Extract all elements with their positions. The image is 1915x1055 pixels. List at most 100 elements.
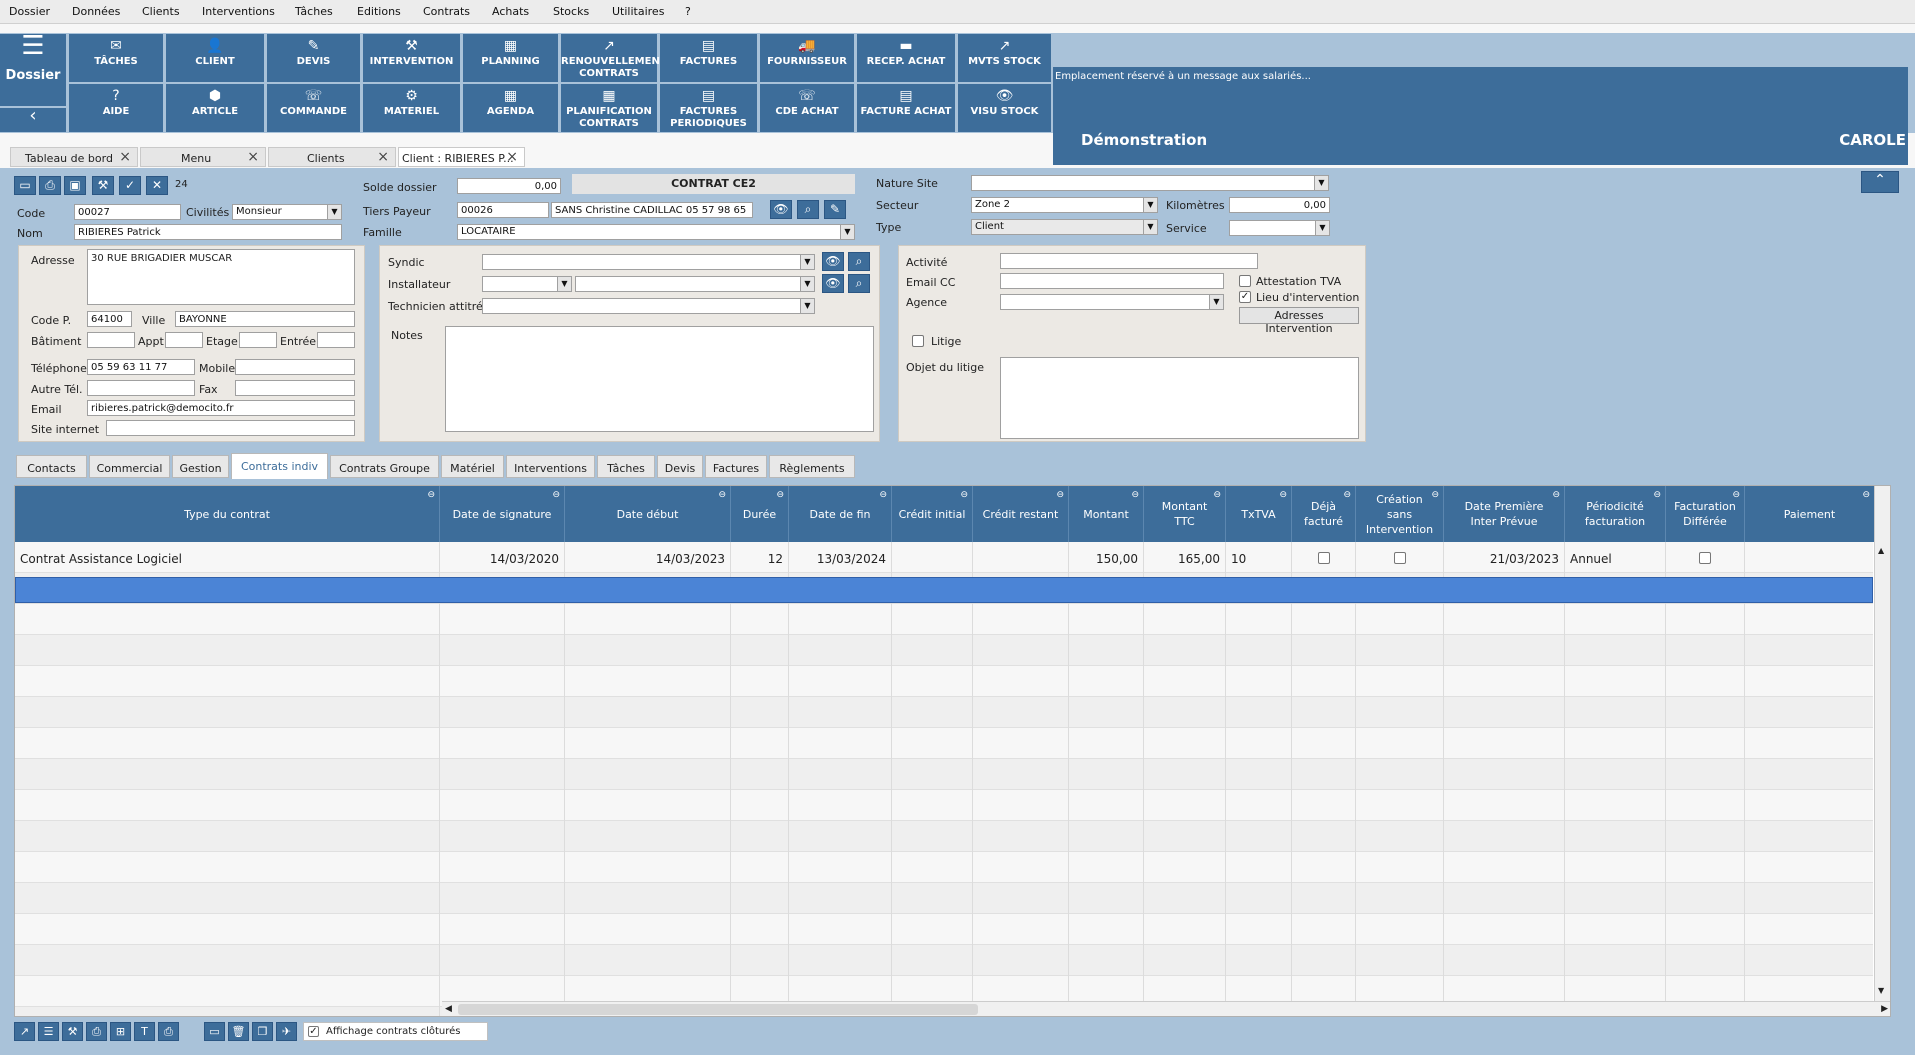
sort-icon[interactable]: ⊖ <box>960 488 968 503</box>
nom-field[interactable] <box>74 224 342 240</box>
fax-field[interactable] <box>235 380 355 396</box>
cell-checkbox[interactable] <box>1317 552 1330 564</box>
subtab-gestion[interactable]: Gestion <box>172 455 229 478</box>
sort-icon[interactable]: ⊖ <box>1653 488 1661 503</box>
view-tiers-button[interactable]: 👁 <box>770 200 792 219</box>
solde-field[interactable] <box>457 178 561 194</box>
column-header[interactable]: Création sans Intervention ⊖ <box>1356 486 1444 542</box>
table-row[interactable] <box>15 883 1875 914</box>
installateur-name-select[interactable]: ▼ <box>575 276 815 292</box>
sort-icon[interactable]: ⊖ <box>1056 488 1064 503</box>
vertical-scrollbar[interactable]: ▲ ▼ <box>1874 486 1890 1001</box>
autre-tel-field[interactable] <box>87 380 195 396</box>
table-row[interactable] <box>15 604 1875 635</box>
email-field[interactable] <box>87 400 355 416</box>
ville-field[interactable] <box>175 311 355 327</box>
view-syndic-button[interactable]: 👁 <box>822 252 844 271</box>
tiers-code-field[interactable] <box>457 202 549 218</box>
toolbar-button-article[interactable]: ⬢ ARTICLE <box>166 84 264 132</box>
etage-field[interactable] <box>239 332 277 348</box>
close-icon[interactable]: × <box>377 149 389 165</box>
print-button[interactable]: ⎙ <box>39 176 61 195</box>
column-header[interactable]: Périodicité facturation ⊖ <box>1565 486 1666 542</box>
menu-utilitaires[interactable]: Utilitaires <box>612 5 664 18</box>
subtab-factures[interactable]: Factures <box>705 455 767 478</box>
table-row[interactable] <box>15 728 1875 759</box>
sort-icon[interactable]: ⊖ <box>1732 488 1740 503</box>
column-header[interactable]: Date de fin ⊖ <box>789 486 892 542</box>
menu-contrats[interactable]: Contrats <box>423 5 470 18</box>
table-row[interactable] <box>15 635 1875 666</box>
folder-button[interactable]: ▭ <box>14 176 36 195</box>
tab-tableau-de-bord[interactable]: Tableau de bord × <box>10 147 138 167</box>
toolbar-button-mvts-stock[interactable]: ↗ MVTS STOCK <box>958 34 1051 82</box>
menu-achats[interactable]: Achats <box>492 5 529 18</box>
cancel-button[interactable]: ✕ <box>146 176 168 195</box>
menu-interventions[interactable]: Interventions <box>202 5 275 18</box>
tiers-name-field[interactable] <box>551 202 753 218</box>
type-select[interactable]: Client ▼ <box>971 219 1158 235</box>
toolbar-button-client[interactable]: 👤 CLIENT <box>166 34 264 82</box>
horizontal-scrollbar[interactable]: ◀ ▶ <box>442 1001 1890 1016</box>
subtab-commercial[interactable]: Commercial <box>89 455 170 478</box>
sort-icon[interactable]: ⊖ <box>1431 488 1439 503</box>
column-header[interactable]: TxTVA ⊖ <box>1226 486 1292 542</box>
tools-button[interactable]: ⚒ <box>92 176 114 195</box>
search-tiers-button[interactable]: ⌕ <box>797 200 819 219</box>
sort-icon[interactable]: ⊖ <box>427 488 435 503</box>
lieu-intervention-checkbox[interactable]: ✓ <box>1239 291 1251 303</box>
close-icon[interactable]: × <box>506 149 518 165</box>
scroll-down-icon[interactable]: ▼ <box>1878 986 1884 995</box>
sort-icon[interactable]: ⊖ <box>1213 488 1221 503</box>
column-header[interactable]: Date Première Inter Prévue ⊖ <box>1444 486 1565 542</box>
toolbar-button-facture-achat[interactable]: ▤ FACTURE ACHAT <box>857 84 955 132</box>
collapse-button[interactable]: ⌃ <box>1861 171 1899 193</box>
column-header[interactable]: Facturation Différée ⊖ <box>1666 486 1745 542</box>
toolbar-button-agenda[interactable]: ▦ AGENDA <box>463 84 558 132</box>
table-row[interactable] <box>15 945 1875 976</box>
mobile-field[interactable] <box>235 359 355 375</box>
copy-button[interactable]: ❐ <box>252 1022 273 1041</box>
toolbar-button-planning[interactable]: ▦ PLANNING <box>463 34 558 82</box>
scroll-left-icon[interactable]: ◀ <box>445 1004 452 1014</box>
affichage-toggle[interactable]: ✓ Affichage contrats clôturés <box>303 1022 488 1041</box>
selected-row[interactable] <box>15 577 1873 603</box>
litige-checkbox[interactable] <box>912 335 924 347</box>
sort-icon[interactable]: ⊖ <box>1131 488 1139 503</box>
table-row[interactable] <box>15 666 1875 697</box>
column-header[interactable]: Déjà facturé ⊖ <box>1292 486 1356 542</box>
scroll-right-icon[interactable]: ▶ <box>1881 1004 1888 1014</box>
column-header[interactable]: Montant TTC ⊖ <box>1144 486 1226 542</box>
scroll-up-icon[interactable]: ▲ <box>1878 546 1884 555</box>
cell-checkbox[interactable] <box>1699 552 1711 564</box>
toolbar-button-aide[interactable]: ? AIDE <box>69 84 163 132</box>
notes-field[interactable] <box>445 326 874 432</box>
toolbar-button-t-ches[interactable]: ✉ TÂCHES <box>69 34 163 82</box>
table-row[interactable] <box>15 759 1875 790</box>
civilite-select[interactable]: Monsieur ▼ <box>232 204 342 220</box>
column-header[interactable]: Type du contrat ⊖ <box>15 486 440 542</box>
open-button[interactable]: ↗ <box>14 1022 35 1041</box>
agence-select[interactable]: ▼ <box>1000 294 1224 310</box>
subtab-interventions[interactable]: Interventions <box>506 455 595 478</box>
cell-checkbox[interactable] <box>1393 552 1406 564</box>
toolbar-button-factures[interactable]: ▤ FACTURES <box>660 34 757 82</box>
close-icon[interactable]: × <box>119 149 131 165</box>
tab-clients[interactable]: Clients × <box>268 147 396 167</box>
batiment-field[interactable] <box>87 332 135 348</box>
tools-button[interactable]: ⚒ <box>62 1022 83 1041</box>
toolbar-button-intervention[interactable]: ⚒ INTERVENTION <box>363 34 460 82</box>
table-row[interactable] <box>15 697 1875 728</box>
list-button[interactable]: ☰ <box>38 1022 59 1041</box>
tab-client-ribieres[interactable]: Client : RIBIERES P... × <box>398 147 525 167</box>
toolbar-button-devis[interactable]: ✎ DEVIS <box>267 34 360 82</box>
adresses-intervention-button[interactable]: Adresses Intervention <box>1239 307 1359 335</box>
service-select[interactable]: ▼ <box>1229 220 1330 236</box>
send-button[interactable]: ✈ <box>276 1022 297 1041</box>
new-button[interactable]: ▭ <box>204 1022 225 1041</box>
sort-icon[interactable]: ⊖ <box>1552 488 1560 503</box>
table-row[interactable] <box>15 821 1875 852</box>
export-button[interactable]: ⎙ <box>158 1022 179 1041</box>
table-row[interactable] <box>15 914 1875 945</box>
adresse-field[interactable]: 30 RUE BRIGADIER MUSCAR <box>87 249 355 305</box>
